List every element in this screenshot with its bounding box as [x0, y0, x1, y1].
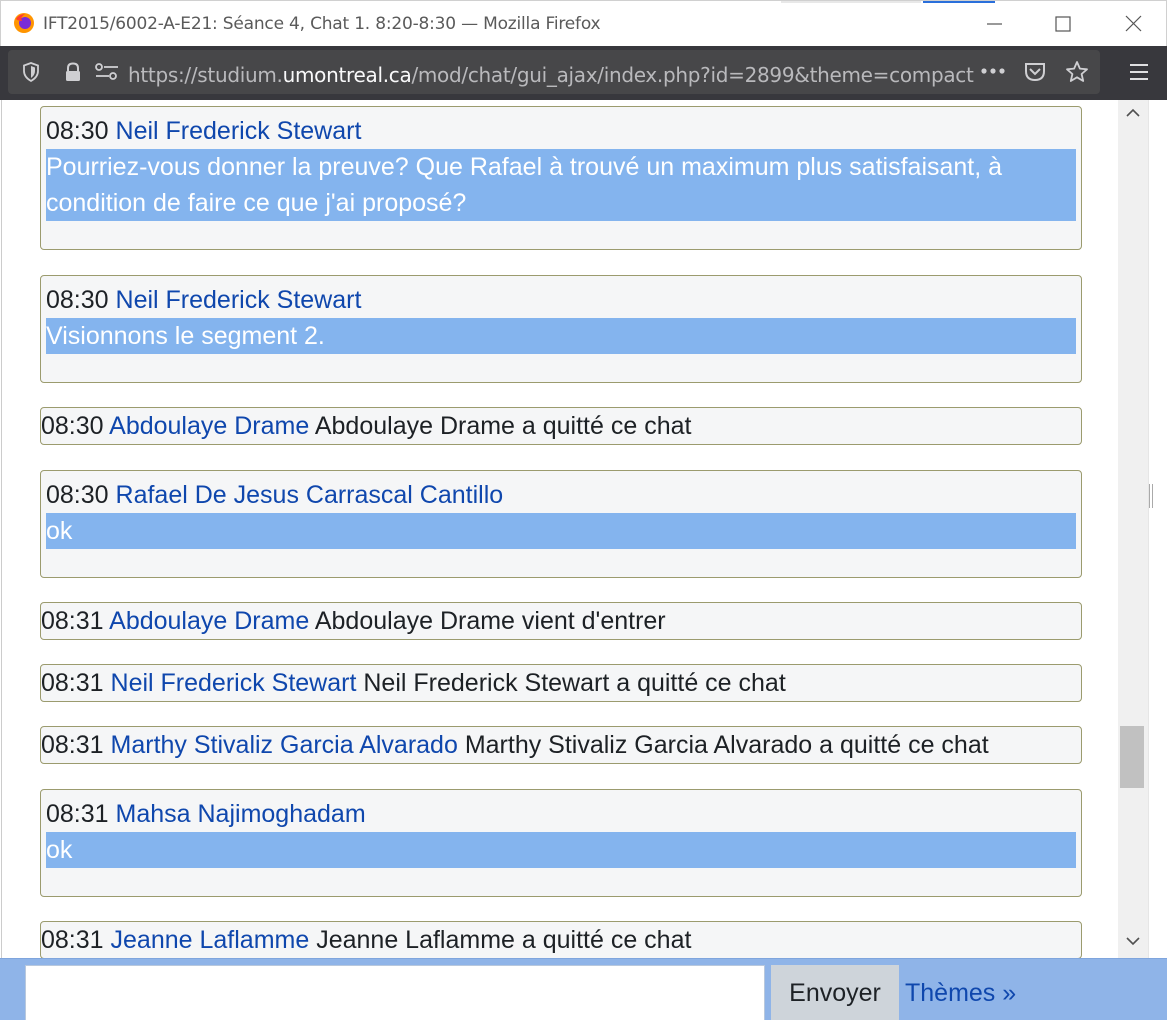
message-header: 08:30 Rafael De Jesus Carrascal Cantillo: [46, 481, 503, 510]
firefox-icon: [14, 13, 34, 33]
url-host: umontreal.ca: [282, 63, 412, 87]
bookmark-star-icon[interactable]: [1065, 60, 1089, 84]
permissions-icon[interactable]: [94, 62, 120, 82]
event-text: Abdoulaye Drame vient d'entrer: [314, 607, 666, 635]
close-icon[interactable]: [1111, 9, 1157, 39]
window-title: IFT2015/6002-A-E21: Séance 4, Chat 1. 8:…: [43, 14, 601, 34]
tracking-shield-icon[interactable]: [22, 62, 40, 82]
chat-message: 08:31 Mahsa Najimoghadam ok: [40, 789, 1082, 897]
event-text: Neil Frederick Stewart a quitté ce chat: [363, 669, 786, 697]
scroll-down-arrow-icon[interactable]: [1126, 936, 1140, 946]
message-user-link[interactable]: Mahsa Najimoghadam: [116, 800, 366, 828]
event-text: Jeanne Laflamme a quitté ce chat: [316, 926, 692, 954]
message-time: 08:31: [46, 800, 109, 828]
message-input[interactable]: [25, 965, 765, 1020]
event-line: 08:31 Marthy Stivaliz Garcia Alvarado Ma…: [41, 731, 989, 760]
url-path: /mod/chat/gui_ajax/index.php?id=2899&the…: [411, 63, 974, 87]
message-user-link[interactable]: Abdoulaye Drame: [109, 607, 309, 635]
maximize-icon[interactable]: [1041, 9, 1087, 39]
event-text: Abdoulaye Drame a quitté ce chat: [314, 412, 692, 440]
message-time: 08:31: [41, 731, 104, 759]
pocket-icon[interactable]: [1024, 61, 1046, 83]
chat-scrollbar[interactable]: [1118, 100, 1148, 958]
scroll-up-arrow-icon[interactable]: [1126, 108, 1140, 118]
url-prefix: https://studium.: [128, 63, 283, 87]
event-line: 08:30 Abdoulaye Drame Abdoulaye Drame a …: [41, 412, 691, 441]
message-time: 08:30: [46, 117, 109, 145]
message-user-link[interactable]: Rafael De Jesus Carrascal Cantillo: [116, 481, 504, 509]
chat-messages-pane[interactable]: 08:30 Neil Frederick Stewart Pourriez-vo…: [1, 100, 1118, 958]
message-text-line: condition de faire ce que j'ai proposé?: [46, 189, 467, 217]
lock-icon[interactable]: [64, 62, 82, 82]
minimize-icon[interactable]: [971, 9, 1017, 39]
chat-message: 08:30 Rafael De Jesus Carrascal Cantillo…: [40, 470, 1082, 578]
active-tab-indicator: [923, 1, 995, 3]
message-header: 08:30 Neil Frederick Stewart: [46, 286, 361, 315]
url-text[interactable]: https://studium.umontreal.ca/mod/chat/gu…: [128, 63, 974, 87]
tab-strip-hint: [781, 1, 921, 3]
message-user-link[interactable]: Neil Frederick Stewart: [116, 117, 362, 145]
message-text: Visionnons le segment 2.: [46, 318, 1076, 354]
browser-toolbar: https://studium.umontreal.ca/mod/chat/gu…: [0, 46, 1167, 100]
window-titlebar: IFT2015/6002-A-E21: Séance 4, Chat 1. 8:…: [0, 0, 1167, 46]
event-text: Marthy Stivaliz Garcia Alvarado a quitté…: [464, 731, 989, 759]
message-text: ok: [46, 513, 1076, 549]
message-time: 08:31: [41, 669, 104, 697]
message-text: Pourriez-vous donner la preuve? Que Rafa…: [46, 149, 1076, 221]
message-header: 08:30 Neil Frederick Stewart: [46, 117, 361, 146]
page-actions-icon[interactable]: [980, 64, 1006, 78]
send-button[interactable]: Envoyer: [771, 965, 899, 1020]
event-line: 08:31 Abdoulaye Drame Abdoulaye Drame vi…: [41, 607, 666, 636]
resize-grip[interactable]: [1149, 484, 1153, 508]
event-line: 08:31 Jeanne Laflamme Jeanne Laflamme a …: [41, 926, 691, 955]
message-text: ok: [46, 832, 1076, 868]
message-time: 08:30: [46, 481, 109, 509]
hamburger-menu-icon[interactable]: [1128, 62, 1150, 82]
chat-event: 08:31 Abdoulaye Drame Abdoulaye Drame vi…: [40, 602, 1082, 640]
message-text-line: Pourriez-vous donner la preuve? Que Rafa…: [46, 153, 1003, 181]
chat-event: 08:31 Jeanne Laflamme Jeanne Laflamme a …: [40, 921, 1082, 958]
chat-message: 08:30 Neil Frederick Stewart Visionnons …: [40, 275, 1082, 383]
message-user-link[interactable]: Neil Frederick Stewart: [111, 669, 357, 697]
message-user-link[interactable]: Marthy Stivaliz Garcia Alvarado: [111, 731, 458, 759]
url-bar[interactable]: https://studium.umontreal.ca/mod/chat/gu…: [8, 50, 1100, 94]
message-user-link[interactable]: Jeanne Laflamme: [111, 926, 310, 954]
event-line: 08:31 Neil Frederick Stewart Neil Freder…: [41, 669, 786, 698]
message-time: 08:30: [46, 286, 109, 314]
window-resize-edge[interactable]: [1148, 100, 1167, 958]
chat-message: 08:30 Neil Frederick Stewart Pourriez-vo…: [40, 106, 1082, 250]
message-time: 08:31: [41, 926, 104, 954]
scrollbar-thumb[interactable]: [1120, 726, 1144, 788]
message-time: 08:30: [41, 412, 104, 440]
message-header: 08:31 Mahsa Najimoghadam: [46, 800, 366, 829]
chat-event: 08:30 Abdoulaye Drame Abdoulaye Drame a …: [40, 407, 1082, 445]
message-time: 08:31: [41, 607, 104, 635]
themes-link[interactable]: Thèmes »: [905, 979, 1016, 1008]
chat-event: 08:31 Neil Frederick Stewart Neil Freder…: [40, 664, 1082, 702]
message-user-link[interactable]: Neil Frederick Stewart: [116, 286, 362, 314]
message-user-link[interactable]: Abdoulaye Drame: [109, 412, 309, 440]
chat-event: 08:31 Marthy Stivaliz Garcia Alvarado Ma…: [40, 726, 1082, 764]
chat-input-bar: Envoyer Thèmes »: [0, 958, 1167, 1020]
